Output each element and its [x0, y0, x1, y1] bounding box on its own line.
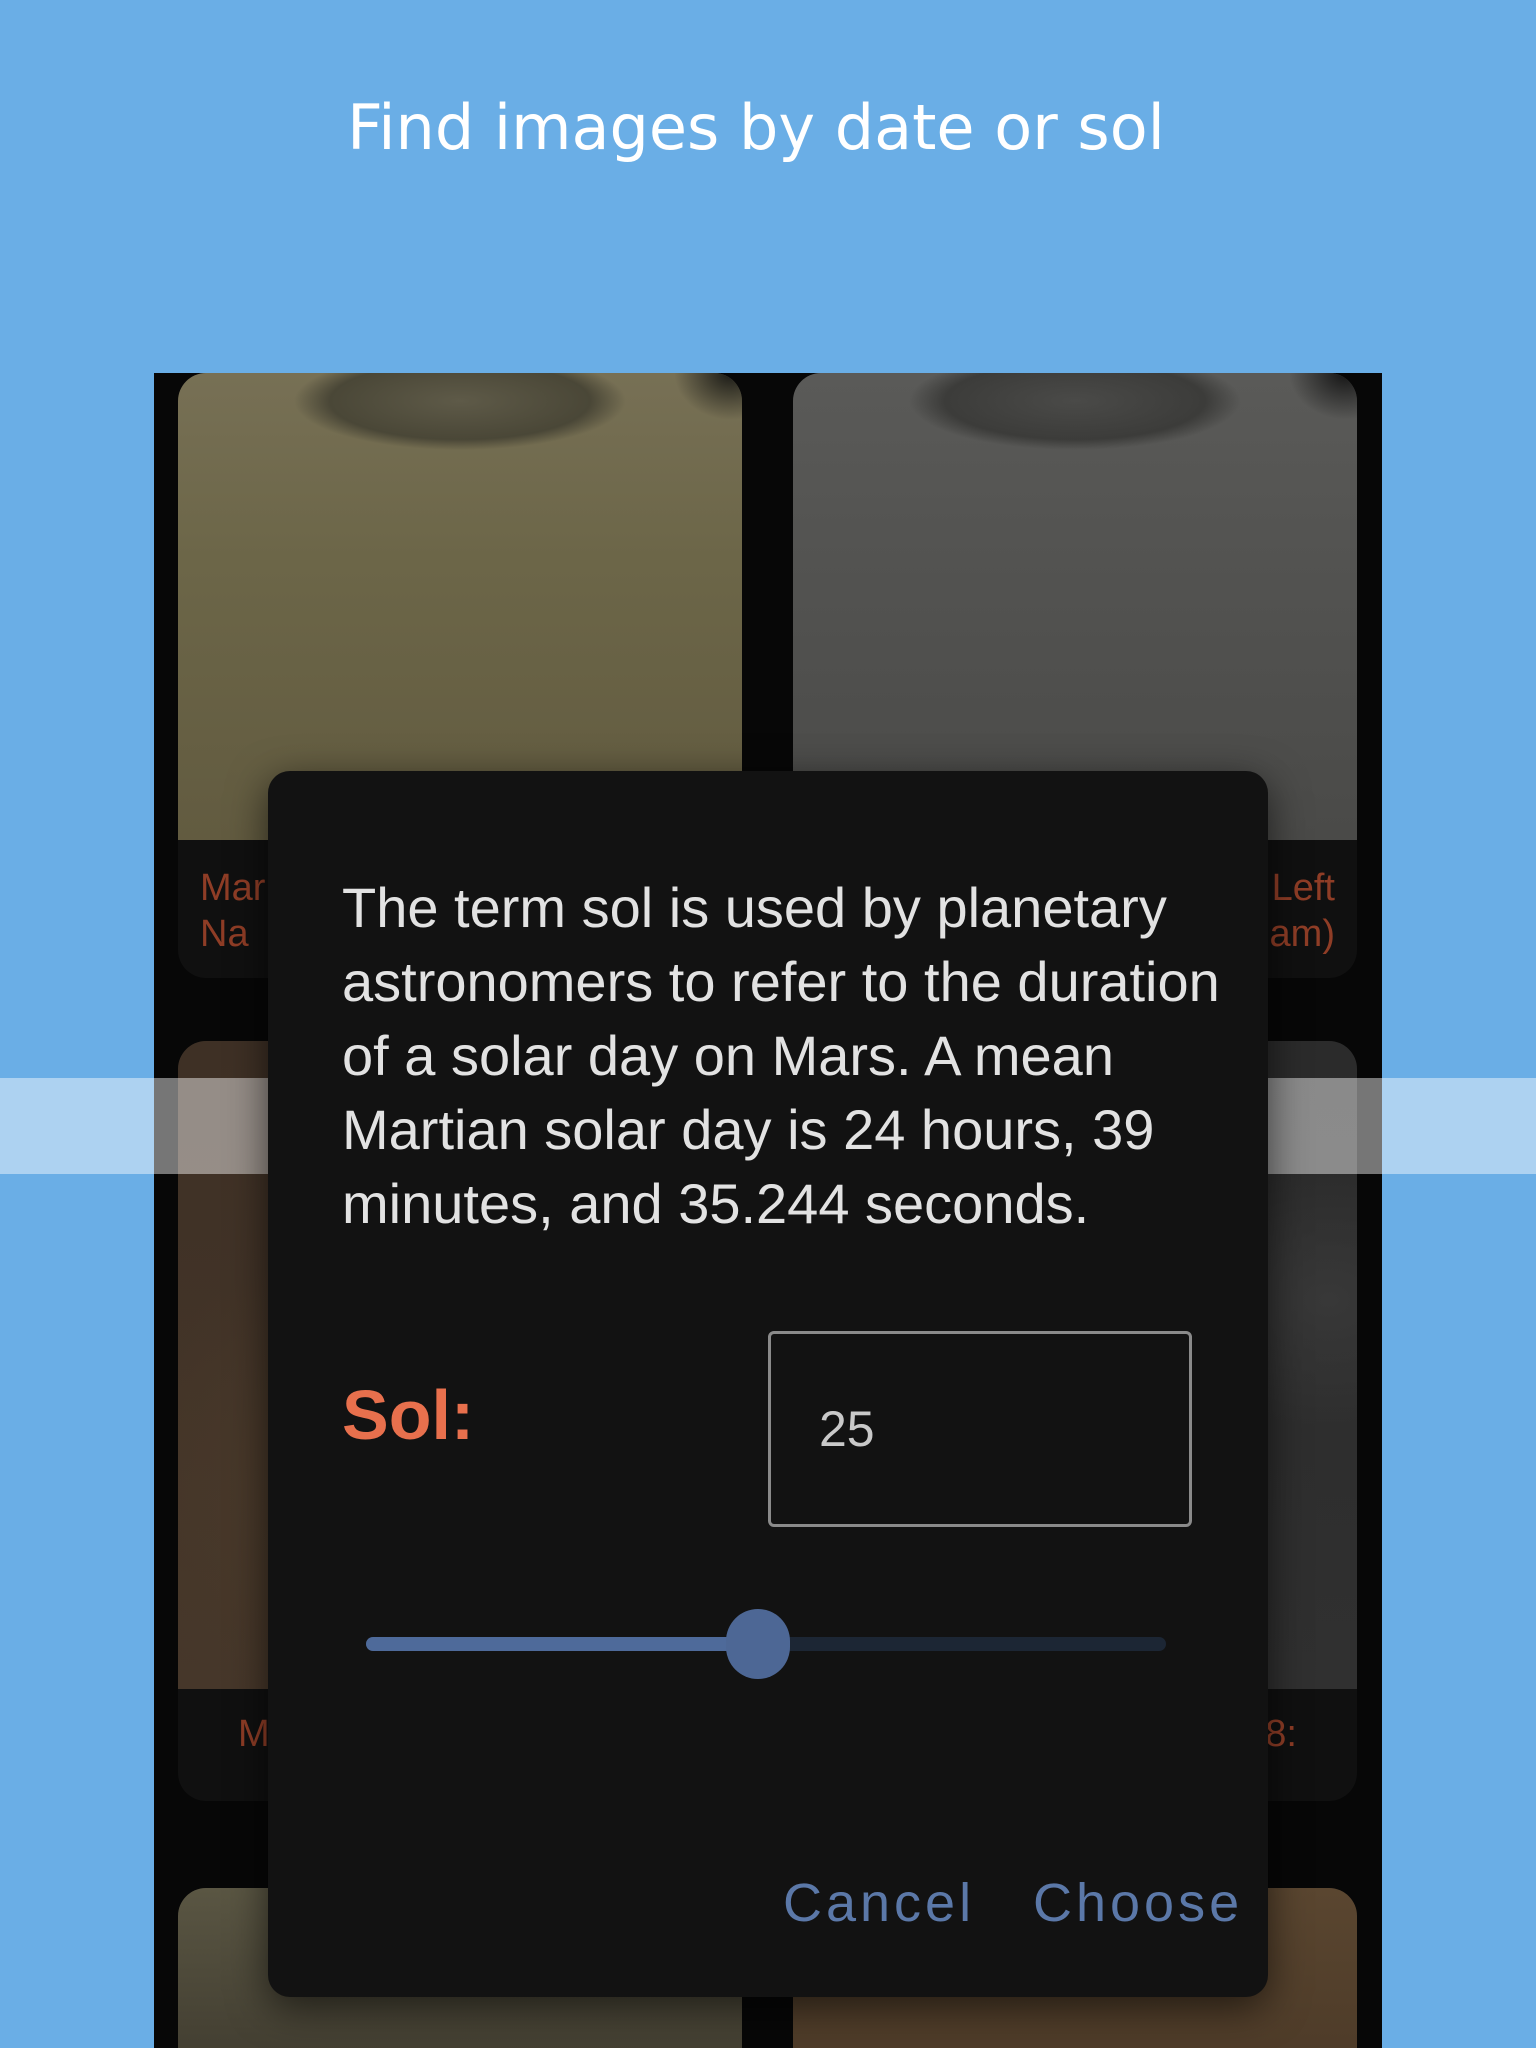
slider-active-track: [366, 1637, 758, 1651]
cancel-button[interactable]: Cancel: [783, 1871, 975, 1935]
sol-picker-dialog: The term sol is used by planetary astron…: [268, 771, 1268, 1997]
slider-thumb[interactable]: [726, 1609, 790, 1679]
photo-caption: Left am): [1269, 867, 1335, 955]
sol-slider[interactable]: [366, 1609, 1166, 1679]
choose-button[interactable]: Choose: [1033, 1871, 1243, 1935]
photo-caption: 8:: [1265, 1713, 1297, 1755]
rover-photo[interactable]: [793, 373, 1357, 840]
page-title: Find images by date or sol: [347, 91, 1165, 164]
sol-label: Sol:: [342, 1376, 475, 1454]
sol-input[interactable]: [768, 1331, 1192, 1527]
dialog-message: The term sol is used by planetary astron…: [342, 876, 1220, 1235]
rover-photo[interactable]: [178, 373, 742, 840]
